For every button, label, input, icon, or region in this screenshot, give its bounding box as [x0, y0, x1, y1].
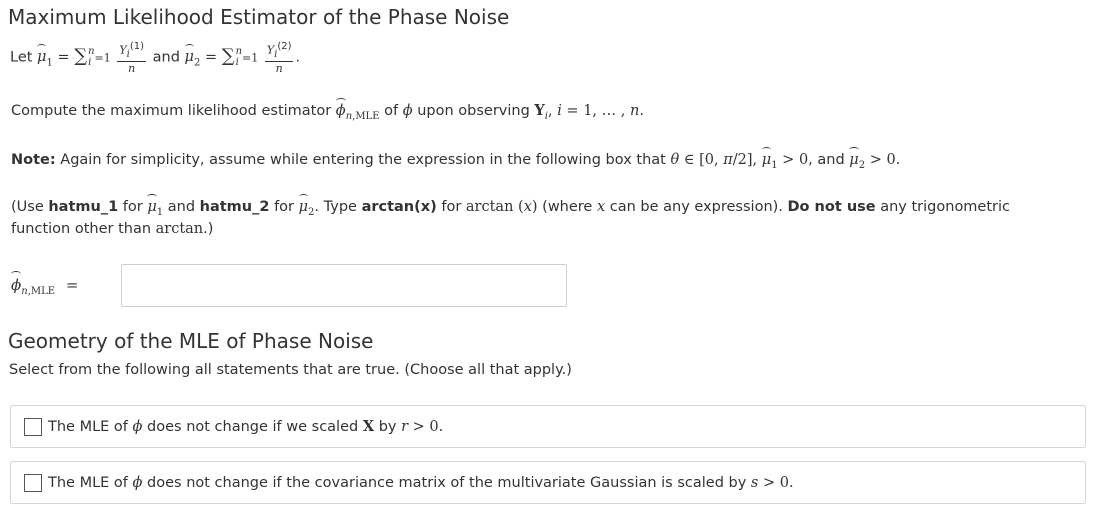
choice-mid: does not change if the covariance matrix… [147, 474, 747, 491]
arctan-code: arctan(x) [361, 199, 437, 215]
type-text: . Type [314, 199, 357, 215]
section-title-mle: Maximum Likelihood Estimator of the Phas… [8, 5, 510, 29]
compute-line: Compute the maximum likelihood estimator… [11, 98, 644, 122]
section-title-geometry: Geometry of the MLE of Phase Noise [8, 329, 374, 353]
note-line: Note: Again for simplicity, assume while… [11, 147, 901, 171]
note-label: Note: [11, 152, 56, 168]
choice-scale-x[interactable]: The MLE of ϕ does not change if we scale… [10, 405, 1086, 448]
choice-prefix: The MLE of [48, 419, 128, 435]
choice-scale-covariance[interactable]: The MLE of ϕ does not change if the cova… [10, 461, 1086, 504]
do-not-use: Do not use [787, 199, 876, 215]
can-be-text: can be any expression). [609, 199, 783, 215]
line2-text: function other than [11, 221, 152, 237]
and-word: and [152, 49, 180, 66]
let-word: Let [10, 49, 33, 66]
choice-mid: does not change if we scaled [147, 419, 359, 435]
hatmu2-code: hatmu_2 [199, 199, 270, 215]
and-word-2: and [167, 199, 196, 215]
compute-upon: upon observing [417, 103, 530, 119]
checkbox[interactable] [24, 473, 42, 492]
use-open: (Use [11, 199, 44, 215]
compute-of: of [384, 103, 399, 119]
use-instructions-line2: function other than arctan.) [11, 221, 214, 237]
choice-text: The MLE of ϕ does not change if we scale… [48, 418, 444, 435]
definition-line: Let μ1 = ∑ n i =1 Yi(1) n and μ2 = ∑ n i =1 Yi(… [10, 41, 301, 75]
choice-text: The MLE of ϕ does not change if the cova… [48, 474, 794, 491]
checkbox[interactable] [24, 417, 42, 436]
any-trig: any trigonometric [880, 199, 1011, 215]
hatmu1-code: hatmu_1 [48, 199, 119, 215]
choice-prefix: The MLE of [48, 474, 128, 491]
geometry-instructions: Select from the following all statements… [9, 362, 572, 378]
answer-label: ϕn,MLE = [11, 271, 79, 297]
for-word-2: for [274, 199, 294, 215]
where-text: (where [542, 199, 593, 215]
choice-mid2: by [378, 419, 397, 435]
note-and: , and [808, 152, 845, 168]
for-word-3: for [441, 199, 462, 215]
answer-input[interactable] [121, 264, 567, 307]
line2-end: .) [203, 221, 214, 237]
use-instructions-line1: (Use hatmu_1 for μ1 and hatmu_2 for μ2. … [11, 194, 1011, 218]
note-text: Again for simplicity, assume while enter… [60, 152, 666, 168]
compute-prefix: Compute the maximum likelihood estimator [11, 103, 332, 119]
for-word-1: for [122, 199, 143, 215]
answer-equals: = [65, 276, 79, 294]
